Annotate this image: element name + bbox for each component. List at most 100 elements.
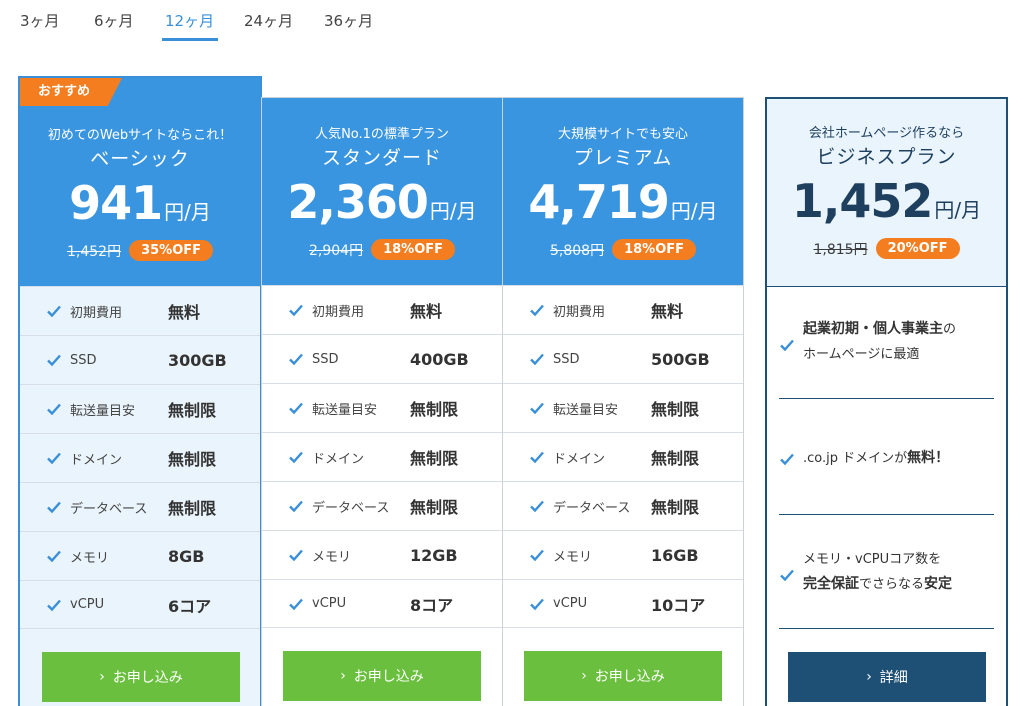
plan-subtitle: 大規模サイトでも安心 — [557, 127, 688, 142]
feature-label: メモリ — [553, 549, 593, 565]
plan-card-basic: 初めてのWebサイトならこれ！ ベーシック 941 円/月 1,452円 35%… — [18, 76, 262, 706]
feature-value: 無制限 — [410, 498, 459, 517]
feature-row: ドメイン 無制限 — [503, 432, 743, 481]
plan-card-business: 会社ホームページ作るなら ビジネスプラン 1,452 円/月 1,815円 20… — [765, 97, 1008, 706]
plan-card-standard: 人気No.1の標準プラン スタンダード 2,360 円/月 2,904円 18%… — [261, 97, 503, 706]
check-icon — [289, 402, 303, 415]
chevron-right-icon: › — [866, 669, 872, 685]
discount-badge: 35%OFF — [129, 240, 214, 261]
button-label: 詳細 — [879, 670, 908, 686]
apply-button-standard[interactable]: › お申し込み — [283, 651, 481, 701]
check-icon — [530, 353, 544, 366]
apply-button-premium[interactable]: › お申し込み — [524, 651, 722, 701]
feature-row: データベース 無制限 — [262, 481, 502, 530]
feature-value: 無料 — [651, 302, 684, 321]
feature-row: 転送量目安 無制限 — [20, 384, 260, 433]
feature-highlight: 無料！ — [907, 450, 950, 466]
feature-row: vCPU 8コア — [262, 579, 502, 628]
billing-period-tabs: 3ヶ月 6ヶ月 12ヶ月 24ヶ月 36ヶ月 — [0, 0, 500, 44]
price-unit: 円/月 — [670, 199, 718, 223]
feature-value: 8GB — [168, 546, 205, 566]
original-price: 2,904円 — [308, 242, 364, 259]
price-amount: 1,452 — [791, 174, 934, 228]
feature-row: 初期費用 無料 — [262, 285, 502, 334]
feature-label: メモリ — [70, 550, 110, 566]
check-icon — [289, 500, 303, 513]
check-icon — [289, 353, 303, 366]
check-icon — [530, 451, 544, 464]
plan-header-premium: 大規模サイトでも安心 プレミアム 4,719 円/月 5,808円 18%OFF — [503, 98, 743, 285]
button-label: お申し込み — [594, 669, 665, 685]
apply-button-basic[interactable]: › お申し込み — [42, 652, 240, 702]
plan-discount-row: 5,808円 18%OFF — [503, 239, 743, 260]
check-icon — [780, 453, 794, 466]
plan-header-business: 会社ホームページ作るなら ビジネスプラン 1,452 円/月 1,815円 20… — [767, 99, 1006, 286]
feature-label: 転送量目安 — [70, 403, 136, 419]
feature-value: 無制限 — [168, 401, 217, 420]
tab-24-months[interactable]: 24ヶ月 — [244, 10, 293, 31]
plan-price: 1,452 円/月 — [767, 174, 1006, 228]
chevron-right-icon: › — [340, 668, 346, 684]
check-icon — [530, 304, 544, 317]
details-button-business[interactable]: › 詳細 — [788, 652, 986, 702]
business-feature: 起業初期・個人事業主の ホームページに最適 — [779, 303, 994, 399]
feature-value: 8コア — [410, 595, 454, 615]
feature-row: ドメイン 無制限 — [262, 432, 502, 481]
tab-12-months[interactable]: 12ヶ月 — [165, 10, 214, 31]
original-price: 1,815円 — [813, 241, 868, 258]
feature-label: データベース — [312, 500, 390, 516]
plan-card-premium: 大規模サイトでも安心 プレミアム 4,719 円/月 5,808円 18%OFF… — [502, 97, 744, 706]
feature-value: 無制限 — [410, 449, 459, 468]
feature-text: ホームページに最適 — [803, 347, 920, 362]
business-feature-text: .co.jp ドメインが無料！ — [803, 446, 994, 471]
feature-label: ドメイン — [312, 451, 365, 467]
business-divider — [767, 286, 1006, 287]
check-icon — [289, 598, 303, 610]
feature-row: SSD 400GB — [262, 334, 502, 383]
check-icon — [47, 354, 61, 367]
check-icon — [47, 599, 61, 611]
feature-value: 無制限 — [651, 400, 700, 419]
tab-3-months[interactable]: 3ヶ月 — [20, 10, 60, 31]
business-feature: .co.jp ドメインが無料！ — [779, 413, 994, 515]
feature-value: 12GB — [410, 545, 458, 565]
feature-row: 初期費用 無料 — [503, 285, 743, 334]
price-amount: 2,360 — [287, 175, 429, 229]
feature-row: SSD 300GB — [20, 335, 260, 384]
feature-row: メモリ 16GB — [503, 530, 743, 579]
feature-row: ドメイン 無制限 — [20, 433, 260, 482]
active-tab-indicator — [162, 38, 218, 41]
feature-row: 転送量目安 無制限 — [262, 383, 502, 432]
tab-6-months[interactable]: 6ヶ月 — [94, 10, 134, 31]
feature-label: vCPU — [70, 597, 105, 612]
feature-value: 300GB — [168, 350, 227, 370]
feature-value: 500GB — [651, 349, 710, 369]
business-feature: メモリ・vCPUコア数を 完全保証でさらなる安定 — [779, 529, 994, 629]
check-icon — [47, 403, 61, 416]
feature-label: SSD — [553, 351, 580, 367]
feature-label: 初期費用 — [70, 305, 123, 321]
feature-label: 初期費用 — [553, 304, 606, 320]
check-icon — [47, 501, 61, 514]
plan-subtitle: 初めてのWebサイトならこれ！ — [47, 128, 233, 143]
discount-badge: 18%OFF — [371, 239, 456, 260]
plan-discount-row: 2,904円 18%OFF — [262, 239, 502, 260]
feature-label: メモリ — [312, 549, 352, 565]
feature-label: SSD — [312, 351, 339, 367]
original-price: 1,452円 — [66, 243, 122, 260]
feature-row: 初期費用 無料 — [20, 286, 260, 335]
feature-highlight: 完全保証 — [803, 576, 859, 592]
feature-label: ドメイン — [70, 452, 123, 468]
check-icon — [289, 451, 303, 464]
chevron-right-icon: › — [99, 669, 105, 685]
feature-label: 初期費用 — [312, 304, 365, 320]
price-unit: 円/月 — [934, 198, 982, 222]
feature-row: データベース 無制限 — [20, 482, 260, 531]
feature-text: でさらなる — [859, 577, 925, 592]
check-icon — [530, 549, 544, 562]
plan-name: ビジネスプラン — [816, 146, 957, 168]
feature-label: vCPU — [312, 596, 347, 611]
price-unit: 円/月 — [164, 200, 211, 224]
tab-36-months[interactable]: 36ヶ月 — [324, 10, 373, 31]
check-icon — [530, 598, 544, 610]
